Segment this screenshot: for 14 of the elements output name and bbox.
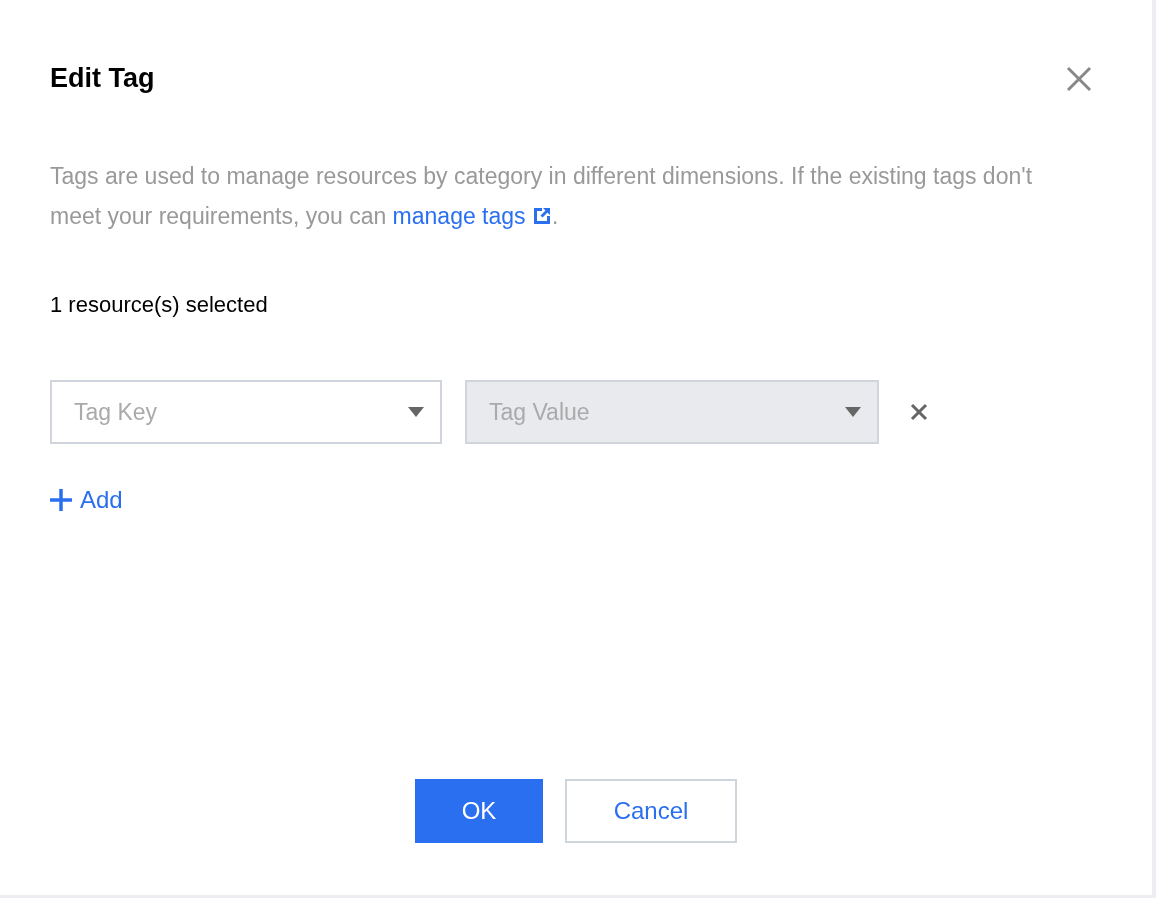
selection-count: 1 resource(s) selected xyxy=(50,292,269,318)
external-link-icon[interactable] xyxy=(532,206,552,226)
add-tag-link[interactable]: Add xyxy=(50,486,1102,514)
close-icon[interactable] xyxy=(1066,65,1092,92)
caret-icon[interactable] xyxy=(408,407,424,417)
description-text: Tags are used to manage resources by category in different dimensions. If the existing tags don't meet your requirements, you can manage tags . xyxy=(50,162,1034,231)
dialog-title: Edit Tag xyxy=(50,63,155,94)
remove-icon[interactable] xyxy=(910,403,928,421)
plus-icon[interactable] xyxy=(50,489,72,511)
manage-tags-link[interactable]: manage tags xyxy=(392,203,552,229)
cancel-button[interactable]: Cancel xyxy=(565,779,737,843)
caret-icon[interactable] xyxy=(845,407,861,417)
tag-key-select[interactable]: Tag Key xyxy=(50,380,442,444)
ok-button[interactable]: OK xyxy=(415,779,543,843)
